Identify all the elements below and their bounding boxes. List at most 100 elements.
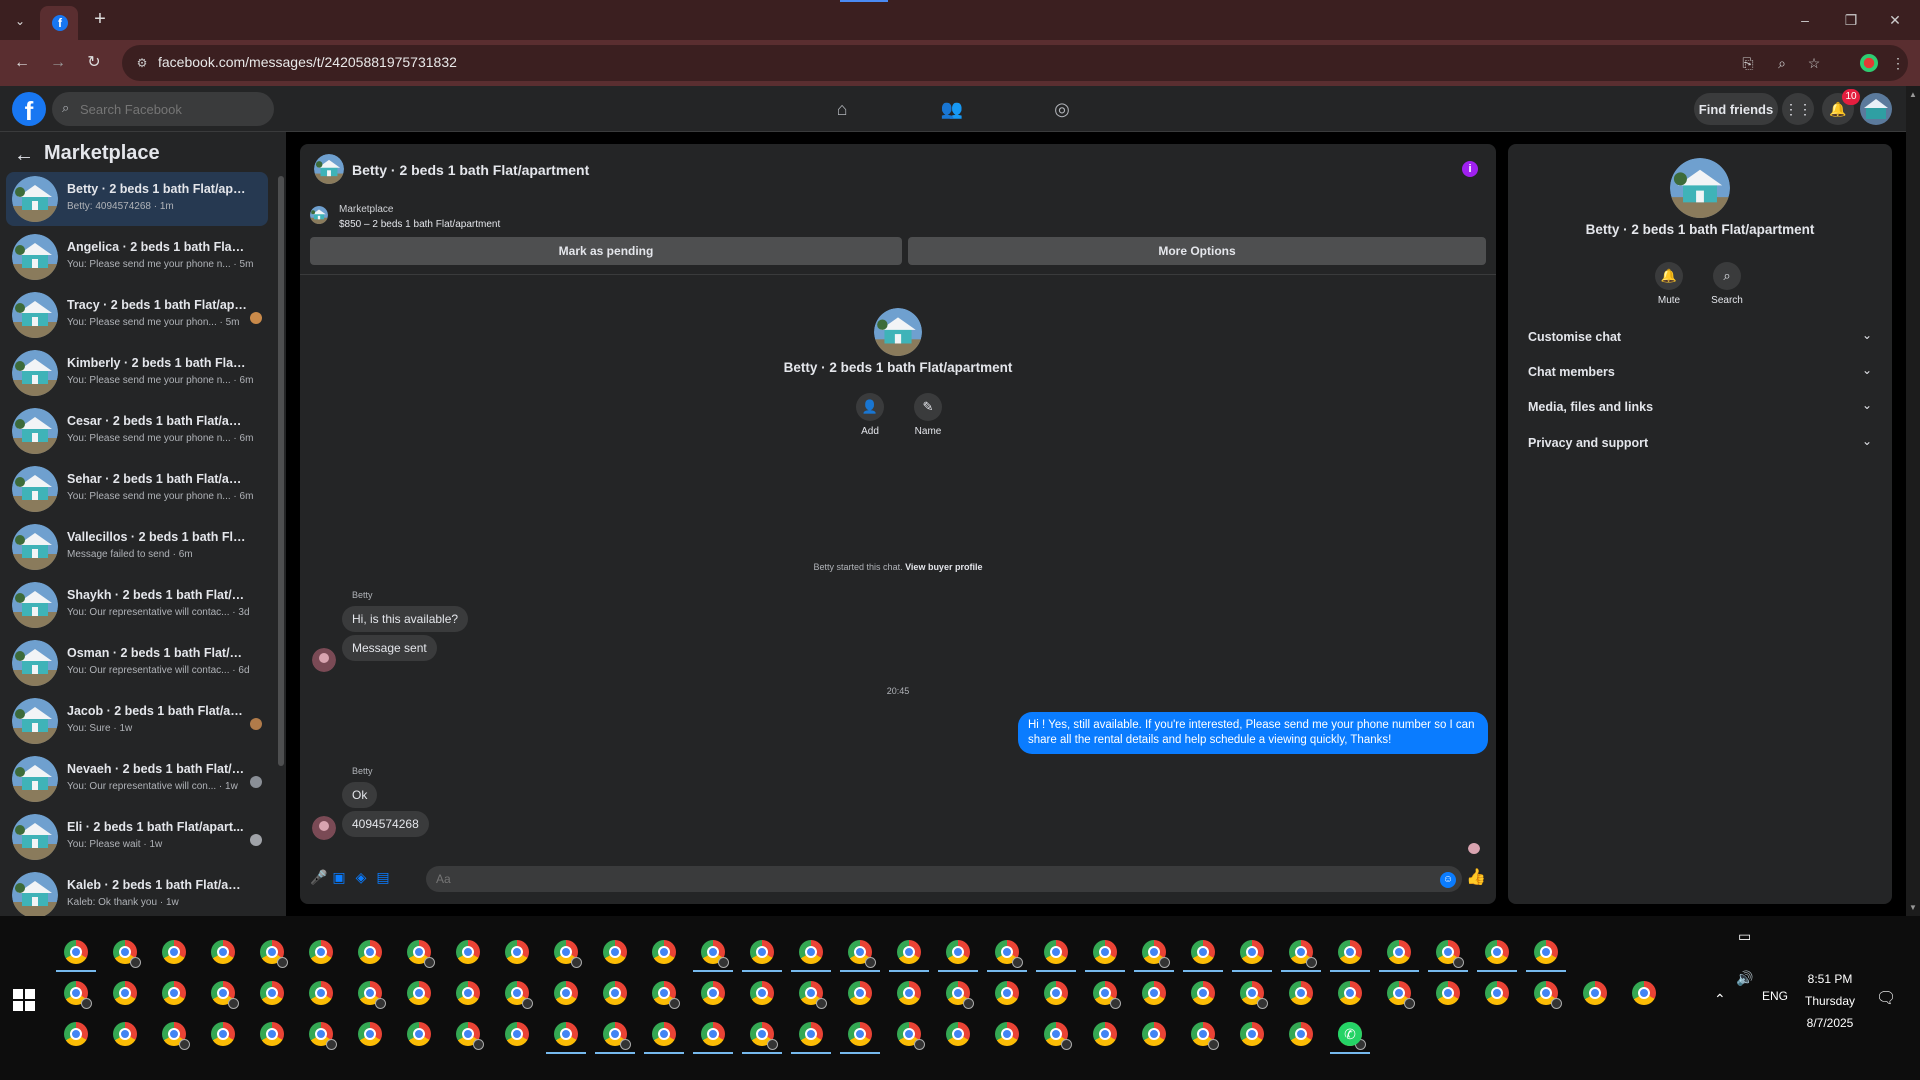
facebook-logo-icon[interactable]: f — [12, 92, 46, 126]
taskbar-chrome-icon[interactable] — [62, 1020, 90, 1048]
taskbar-chrome-icon[interactable] — [987, 938, 1027, 972]
conversation-item[interactable]: Osman · 2 beds 1 bath Flat/apar... You: O… — [6, 636, 268, 690]
mute-button[interactable]: 🔔 Mute — [1644, 262, 1694, 306]
taskbar-chrome-icon[interactable] — [699, 979, 727, 1007]
taskbar-chrome-icon[interactable] — [944, 1020, 972, 1048]
taskbar-chrome-icon[interactable] — [742, 938, 782, 972]
friends-icon[interactable]: 👥 — [938, 96, 966, 122]
taskbar-chrome-icon[interactable] — [1140, 1020, 1168, 1048]
taskbar-chrome-icon[interactable] — [258, 938, 288, 968]
find-friends-button[interactable]: Find friends — [1694, 93, 1778, 125]
taskbar-chrome-icon[interactable] — [944, 979, 974, 1009]
menu-grid-icon[interactable]: ⋮⋮ — [1782, 93, 1814, 125]
conversation-item[interactable]: Sehar · 2 beds 1 bath Flat/apart... You: … — [6, 462, 268, 516]
taskbar-chrome-icon[interactable] — [1238, 979, 1268, 1009]
taskbar-chrome-icon[interactable] — [62, 979, 92, 1009]
whatsapp-icon[interactable]: ✆ — [1330, 1020, 1370, 1054]
taskbar-chrome-icon[interactable] — [791, 938, 831, 972]
reload-icon[interactable]: ↻ — [82, 51, 106, 75]
search-in-chat-button[interactable]: ⌕ Search — [1702, 262, 1752, 306]
taskbar-chrome-icon[interactable] — [552, 979, 580, 1007]
taskbar-chrome-icon[interactable] — [258, 1020, 286, 1048]
view-buyer-profile-link[interactable]: View buyer profile — [905, 562, 982, 572]
taskbar-chrome-icon[interactable] — [595, 1020, 635, 1054]
taskbar-chrome-icon[interactable] — [405, 938, 435, 968]
taskbar-chrome-icon[interactable] — [1238, 1020, 1266, 1048]
message-bubble[interactable]: 4094574268 — [342, 811, 429, 837]
taskbar-chrome-icon[interactable] — [1336, 979, 1364, 1007]
taskbar-chrome-icon[interactable] — [356, 938, 384, 966]
taskbar-chrome-icon[interactable] — [1183, 938, 1223, 972]
more-options-button[interactable]: More Options — [908, 237, 1486, 265]
info-icon[interactable]: i — [1462, 161, 1478, 177]
scroll-up-icon[interactable]: ▲ — [1909, 90, 1917, 99]
listing-price[interactable]: $850 – 2 beds 1 bath Flat/apartment — [339, 219, 500, 230]
taskbar-chrome-icon[interactable] — [840, 938, 880, 972]
accordion-media-files-links[interactable]: Media, files and links ⌄ — [1520, 392, 1880, 422]
taskbar-chrome-icon[interactable] — [650, 938, 678, 966]
taskbar-chrome-icon[interactable] — [111, 938, 141, 968]
tab-facebook[interactable]: f — [40, 6, 78, 40]
taskbar-chrome-icon[interactable] — [1287, 1020, 1315, 1048]
install-app-icon[interactable]: ⎘ — [1738, 53, 1758, 73]
taskbar-chrome-icon[interactable] — [895, 979, 923, 1007]
browser-menu-icon[interactable]: ⋮ — [1888, 53, 1908, 73]
chat-avatar[interactable] — [314, 154, 344, 184]
taskbar-chrome-icon[interactable] — [601, 979, 629, 1007]
taskbar-chrome-icon[interactable] — [1281, 938, 1321, 972]
conversation-item[interactable]: Vallecillos · 2 beds 1 bath Flat/a... Mes… — [6, 520, 268, 574]
hidden-icons-chevron-icon[interactable]: ⌃ — [1714, 991, 1726, 1008]
home-icon[interactable]: ⌂ — [828, 96, 856, 122]
taskbar-chrome-icon[interactable] — [1134, 938, 1174, 972]
emoji-icon[interactable]: ☺ — [1440, 872, 1456, 888]
accordion-privacy-support[interactable]: Privacy and support ⌄ — [1520, 428, 1880, 458]
back-arrow-icon[interactable]: ← — [14, 144, 34, 167]
taskbar-chrome-icon[interactable] — [846, 979, 874, 1007]
scroll-down-icon[interactable]: ▼ — [1909, 903, 1917, 912]
conversation-item[interactable]: Angelica · 2 beds 1 bath Flat/ap... You: … — [6, 230, 268, 284]
sticker-icon[interactable]: ◈ — [352, 868, 370, 886]
taskbar-chrome-icon[interactable] — [693, 938, 733, 972]
accordion-chat-members[interactable]: Chat members ⌄ — [1520, 357, 1880, 387]
volume-icon[interactable]: 🔊 — [1736, 970, 1753, 987]
taskbar-chrome-icon[interactable] — [356, 1020, 384, 1048]
taskbar-chrome-icon[interactable] — [993, 1020, 1021, 1048]
taskbar-chrome-icon[interactable] — [1330, 938, 1370, 972]
taskbar-chrome-icon[interactable] — [258, 979, 286, 1007]
taskbar-chrome-icon[interactable] — [307, 1020, 337, 1050]
my-message-bubble[interactable]: Hi ! Yes, still available. If you're int… — [1018, 712, 1488, 754]
conversation-item[interactable]: Shaykh · 2 beds 1 bath Flat/apar... You: … — [6, 578, 268, 632]
accordion-customise-chat[interactable]: Customise chat ⌄ — [1520, 322, 1880, 352]
new-tab-button[interactable]: + — [88, 8, 112, 32]
photo-icon[interactable]: ▣ — [330, 868, 348, 886]
bookmark-star-icon[interactable]: ☆ — [1804, 53, 1824, 73]
sidebar-scrollbar[interactable] — [278, 176, 284, 766]
taskbar-chrome-icon[interactable] — [895, 1020, 925, 1050]
taskbar-chrome-icon[interactable] — [1042, 979, 1070, 1007]
taskbar-chrome-icon[interactable] — [454, 938, 482, 966]
conversation-item[interactable]: Cesar · 2 beds 1 bath Flat/apart... You: … — [6, 404, 268, 458]
zoom-icon[interactable]: ⌕ — [1772, 53, 1792, 73]
taskbar-chrome-icon[interactable] — [1532, 979, 1562, 1009]
taskbar-chrome-icon[interactable] — [840, 1020, 880, 1054]
groups-icon[interactable]: ◎ — [1048, 96, 1076, 122]
address-bar[interactable]: ⚙ facebook.com/messages/t/24205881975731… — [122, 45, 1908, 81]
taskbar-chrome-icon[interactable] — [1379, 938, 1419, 972]
taskbar-chrome-icon[interactable] — [307, 979, 335, 1007]
taskbar-chrome-icon[interactable] — [209, 1020, 237, 1048]
message-bubble[interactable]: Message sent — [342, 635, 437, 661]
taskbar-chrome-icon[interactable] — [889, 938, 929, 972]
taskbar-chrome-icon[interactable] — [1042, 1020, 1072, 1050]
taskbar-chrome-icon[interactable] — [1232, 938, 1272, 972]
conversation-item[interactable]: Kaleb · 2 beds 1 bath Flat/apart... Kaleb… — [6, 868, 268, 922]
taskbar-chrome-icon[interactable] — [748, 979, 776, 1007]
language-indicator[interactable]: ENG — [1762, 989, 1788, 1003]
taskbar-chrome-icon[interactable] — [56, 938, 96, 972]
taskbar-chrome-icon[interactable] — [209, 938, 237, 966]
tab-search-chevron-icon[interactable]: ⌄ — [8, 10, 32, 32]
taskbar-chrome-icon[interactable] — [405, 979, 433, 1007]
thumbs-up-icon[interactable]: 👍 — [1466, 868, 1486, 888]
taskbar-chrome-icon[interactable] — [1189, 979, 1217, 1007]
message-bubble[interactable]: Ok — [342, 782, 378, 808]
profile-avatar[interactable] — [1860, 93, 1892, 125]
